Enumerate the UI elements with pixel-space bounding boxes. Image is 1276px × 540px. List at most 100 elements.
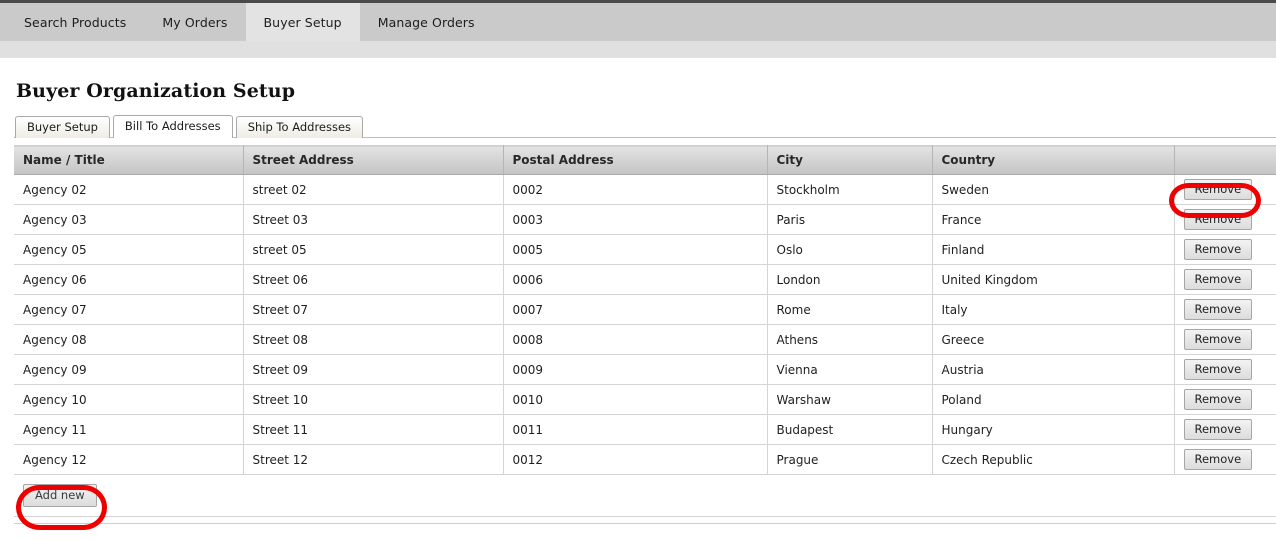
remove-button[interactable]: Remove (1183, 179, 1253, 200)
table-row: Agency 02 street 02 0002 Stockholm Sweden Rem… (14, 174, 1276, 205)
table-header-row: Name / Title Street Address Postal Addre… (14, 145, 1276, 175)
cell-country: Hungary (932, 414, 1175, 445)
cell-street-address: Street 11 (243, 414, 504, 445)
cell-actions: Remove (1174, 234, 1276, 265)
column-header-city: City (767, 145, 933, 175)
cell-city: Stockholm (767, 174, 933, 205)
cell-city: Paris (767, 204, 933, 235)
cell-city: Budapest (767, 414, 933, 445)
cell-postal-address: 0002 (503, 174, 768, 205)
nav-tab-search-products[interactable]: Search Products (6, 3, 144, 41)
cell-city: London (767, 264, 933, 295)
cell-city: Athens (767, 324, 933, 355)
cell-country: United Kingdom (932, 264, 1175, 295)
remove-button[interactable]: Remove (1183, 359, 1253, 380)
sub-tab-label: Buyer Setup (27, 120, 98, 134)
remove-button[interactable]: Remove (1183, 239, 1253, 260)
cell-country: Austria (932, 354, 1175, 385)
column-header-street-address: Street Address (243, 145, 504, 175)
cell-street-address: Street 09 (243, 354, 504, 385)
remove-button[interactable]: Remove (1183, 209, 1253, 230)
cell-actions: Remove (1174, 204, 1276, 235)
cell-postal-address: 0008 (503, 324, 768, 355)
cell-actions: Remove (1174, 354, 1276, 385)
bill-to-addresses-table: Name / Title Street Address Postal Addre… (14, 145, 1276, 475)
table-body: Agency 02 street 02 0002 Stockholm Sweden Rem… (14, 174, 1276, 475)
column-header-country: Country (932, 145, 1175, 175)
nav-tab-label: Manage Orders (377, 14, 475, 30)
cell-name: Agency 03 (14, 204, 244, 235)
table-row: Agency 06 Street 06 0006 London United Kingd… (14, 264, 1276, 295)
table-row: Agency 03 Street 03 0003 Paris France Remove (14, 204, 1276, 235)
sub-tab-label: Ship To Addresses (247, 120, 352, 134)
cell-name: Agency 12 (14, 444, 244, 475)
cell-name: Agency 05 (14, 234, 244, 265)
cell-street-address: Street 03 (243, 204, 504, 235)
cell-postal-address: 0012 (503, 444, 768, 475)
table-row: Agency 09 Street 09 0009 Vienna Austria Remov… (14, 354, 1276, 385)
main-navigation-bar: Search Products My Orders Buyer Setup Ma… (0, 3, 1276, 41)
remove-button[interactable]: Remove (1183, 389, 1253, 410)
cell-city: Warshaw (767, 384, 933, 415)
cell-name: Agency 08 (14, 324, 244, 355)
cell-country: Greece (932, 324, 1175, 355)
remove-button[interactable]: Remove (1183, 329, 1253, 350)
cell-actions: Remove (1174, 264, 1276, 295)
nav-tab-my-orders[interactable]: My Orders (144, 3, 245, 41)
table-row: Agency 07 Street 07 0007 Rome Italy Remove (14, 294, 1276, 325)
sub-tab-panel: Name / Title Street Address Postal Addre… (14, 137, 1276, 524)
remove-button[interactable]: Remove (1183, 269, 1253, 290)
sub-tab-bar: Buyer Setup Bill To Addresses Ship To Ad… (15, 115, 1276, 138)
nav-tab-manage-orders[interactable]: Manage Orders (360, 3, 493, 41)
cell-name: Agency 10 (14, 384, 244, 415)
cell-postal-address: 0005 (503, 234, 768, 265)
cell-country: Czech Republic (932, 444, 1175, 475)
cell-country: Finland (932, 234, 1175, 265)
column-header-actions (1174, 145, 1276, 175)
remove-button[interactable]: Remove (1183, 449, 1253, 470)
cell-street-address: Street 12 (243, 444, 504, 475)
nav-tab-label: Buyer Setup (263, 14, 342, 30)
table-row: Agency 05 street 05 0005 Oslo Finland Remove (14, 234, 1276, 265)
cell-street-address: Street 07 (243, 294, 504, 325)
remove-button[interactable]: Remove (1183, 419, 1253, 440)
cell-name: Agency 11 (14, 414, 244, 445)
cell-street-address: Street 08 (243, 324, 504, 355)
sub-tab-ship-to-addresses[interactable]: Ship To Addresses (235, 116, 364, 138)
cell-street-address: Street 06 (243, 264, 504, 295)
cell-name: Agency 06 (14, 264, 244, 295)
nav-tab-label: My Orders (162, 14, 228, 30)
cell-name: Agency 02 (14, 174, 244, 205)
sub-tab-bill-to-addresses[interactable]: Bill To Addresses (112, 115, 233, 138)
cell-city: Rome (767, 294, 933, 325)
cell-postal-address: 0007 (503, 294, 768, 325)
cell-country: Italy (932, 294, 1175, 325)
content-top-spacer (0, 58, 1276, 80)
nav-tab-buyer-setup[interactable]: Buyer Setup (245, 3, 360, 41)
cell-country: France (932, 204, 1175, 235)
sub-tab-buyer-setup[interactable]: Buyer Setup (15, 116, 110, 138)
cell-street-address: street 02 (243, 174, 504, 205)
cell-name: Agency 07 (14, 294, 244, 325)
add-new-button[interactable]: Add new (23, 484, 97, 507)
cell-city: Prague (767, 444, 933, 475)
column-header-name: Name / Title (14, 145, 244, 175)
cell-actions: Remove (1174, 324, 1276, 355)
table-row: Agency 08 Street 08 0008 Athens Greece Remove (14, 324, 1276, 355)
cell-actions: Remove (1174, 444, 1276, 475)
cell-country: Sweden (932, 174, 1175, 205)
cell-actions: Remove (1174, 414, 1276, 445)
cell-postal-address: 0006 (503, 264, 768, 295)
nav-tab-label: Search Products (24, 14, 127, 30)
cell-name: Agency 09 (14, 354, 244, 385)
page-content: Buyer Organization Setup Buyer Setup Bil… (0, 80, 1276, 524)
remove-button[interactable]: Remove (1183, 299, 1253, 320)
sub-tab-label: Bill To Addresses (124, 119, 221, 133)
table-row: Agency 12 Street 12 0012 Prague Czech Republ… (14, 444, 1276, 475)
cell-city: Oslo (767, 234, 933, 265)
cell-actions: Remove (1174, 174, 1276, 205)
column-header-postal-address: Postal Address (503, 145, 768, 175)
cell-postal-address: 0003 (503, 204, 768, 235)
bottom-divider (14, 523, 1276, 524)
cell-street-address: street 05 (243, 234, 504, 265)
